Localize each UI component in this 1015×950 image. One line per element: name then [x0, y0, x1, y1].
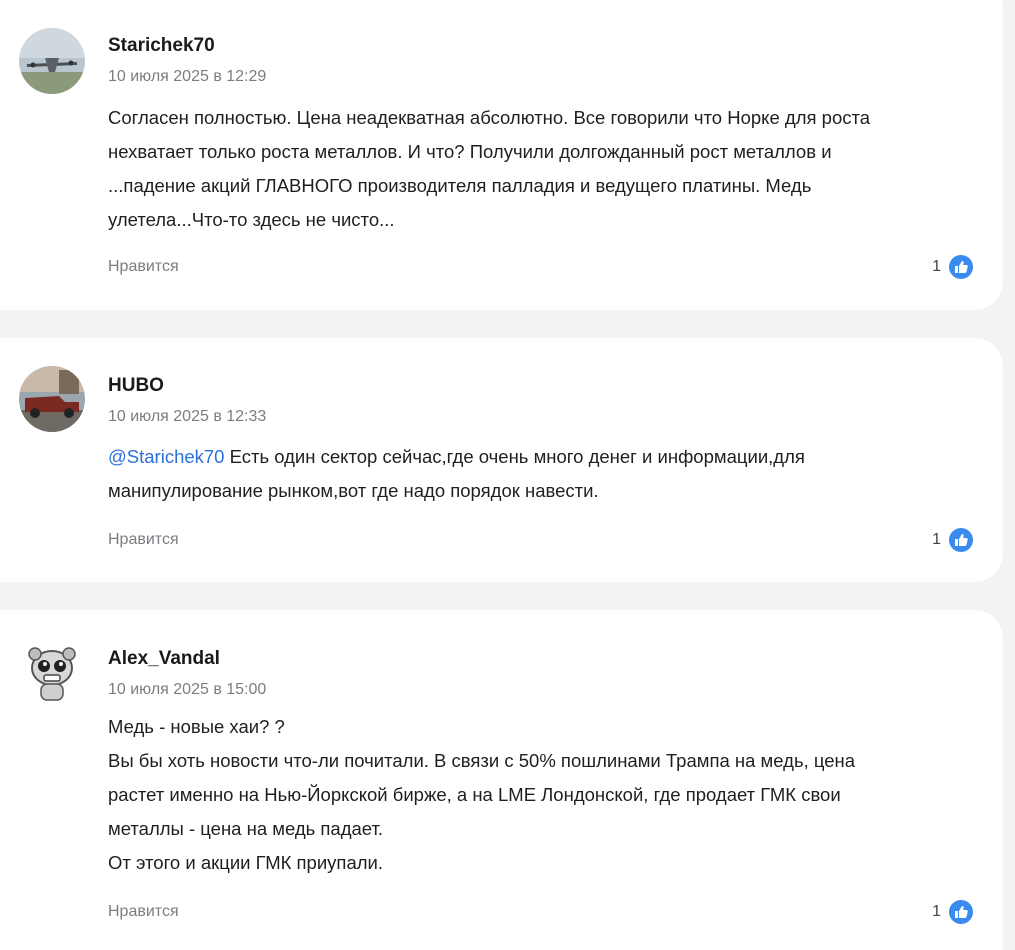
comment-text-segment: Есть один сектор сейчас,где очень много …	[224, 446, 805, 467]
comment-date: 10 июля 2025 в 15:00	[108, 681, 267, 698]
comment-date: 10 июля 2025 в 12:29	[108, 68, 267, 85]
comment-author[interactable]: HUBO	[108, 375, 164, 397]
avatar[interactable]	[19, 366, 85, 432]
like-button[interactable]: Нравится	[108, 903, 179, 921]
like-button[interactable]: Нравится	[108, 258, 179, 276]
comment-text-line: растет именно на Нью-Йоркской бирже, а н…	[108, 784, 841, 805]
thumbs-up-icon[interactable]	[949, 255, 973, 279]
comment-text-line: нехватает только роста металлов. И что? …	[108, 141, 832, 162]
mention-link[interactable]: @Starichek70	[108, 446, 224, 467]
comment-card: HUBO 10 июля 2025 в 12:33 @Starichek70 Е…	[0, 338, 1003, 582]
like-count: 1	[932, 903, 941, 920]
comment-author[interactable]: Alex_Vandal	[108, 648, 220, 670]
like-count: 1	[932, 531, 941, 548]
comment-text: Согласен полностью. Цена неадекватная аб…	[108, 101, 988, 237]
comment-text-line: ...падение акций ГЛАВНОГО производителя …	[108, 175, 812, 196]
avatar[interactable]	[19, 640, 85, 706]
thumbs-up-icon[interactable]	[949, 528, 973, 552]
comment-text: Медь - новые хаи? ? Вы бы хоть новости ч…	[108, 710, 988, 880]
like-button[interactable]: Нравится	[108, 531, 179, 549]
comment-text: @Starichek70 Есть один сектор сейчас,где…	[108, 440, 988, 508]
like-count: 1	[932, 258, 941, 275]
comment-card: Starichek70 10 июля 2025 в 12:29 Согласе…	[0, 0, 1003, 310]
comment-author[interactable]: Starichek70	[108, 35, 215, 57]
comment-date: 10 июля 2025 в 12:33	[108, 408, 267, 425]
comment-text-line: металлы - цена на медь падает.	[108, 818, 384, 839]
comment-text-line: Согласен полностью. Цена неадекватная аб…	[108, 107, 871, 128]
comment-text-line: улетела...Что-то здесь не чисто...	[108, 209, 395, 230]
comment-card: Alex_Vandal 10 июля 2025 в 15:00 Медь - …	[0, 610, 1003, 950]
thumbs-up-icon[interactable]	[949, 900, 973, 924]
avatar[interactable]	[19, 28, 85, 94]
comment-text-line: манипулирование рынком,вот где надо поря…	[108, 480, 599, 501]
comment-text-line: От этого и акции ГМК приупали.	[108, 852, 384, 873]
comment-text-line: Медь - новые хаи? ?	[108, 716, 285, 737]
comment-text-line: Вы бы хоть новости что-ли почитали. В св…	[108, 750, 856, 771]
comment-text-line: @Starichek70 Есть один сектор сейчас,где…	[108, 440, 988, 474]
